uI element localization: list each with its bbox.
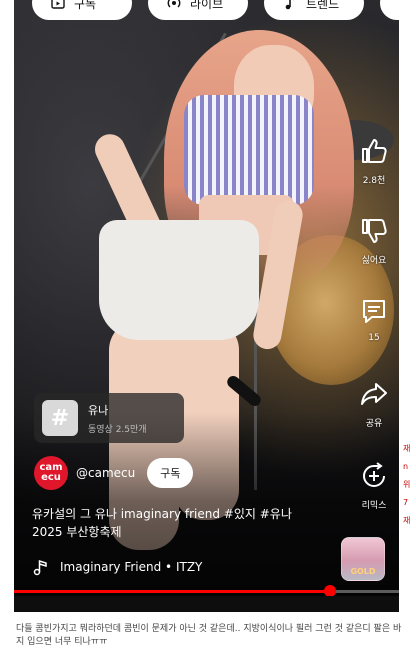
remix-button[interactable]: 리믹스 [344, 460, 399, 511]
comment-text: 다들 콤빈가지고 뭐라하던데 콤빈이 문제가 아닌 것 같은데.. 지방이식이나… [16, 624, 402, 647]
description-line: 2025 부산항축제 [32, 525, 122, 539]
folder-icon [398, 0, 399, 11]
share-icon [361, 383, 387, 405]
channel-row: cam ecu @camecu 구독 [34, 455, 194, 491]
comment-count: 15 [368, 333, 380, 343]
progress-bar[interactable] [14, 585, 399, 597]
live-icon [166, 0, 182, 11]
thumbs-up-icon [362, 139, 387, 163]
dislike-button[interactable]: 싫어요 [344, 215, 399, 266]
chip-trend[interactable]: 트렌드 [264, 0, 364, 20]
performer-shorts [99, 220, 259, 340]
chip-label: 트렌드 [306, 0, 340, 11]
side-char: 재 [403, 516, 411, 525]
chip-subscriptions[interactable]: 구독 [32, 0, 132, 20]
bottom-nav [14, 596, 399, 612]
description-line: 유카설의 그 유나 imaginary friend #있지 #유나 [32, 507, 292, 521]
video-description[interactable]: 유카설의 그 유나 imaginary friend #있지 #유나 2025 … [32, 505, 342, 541]
performer-top [184, 95, 314, 205]
remix-label: 리믹스 [361, 501, 387, 511]
music-row[interactable]: Imaginary Friend • ITZY [32, 558, 202, 576]
side-char: 위 [403, 480, 411, 489]
subscribe-button[interactable]: 구독 [147, 458, 194, 488]
comment-icon [363, 300, 385, 323]
hashtag-video-count: 동영상 2.5만개 [88, 424, 147, 435]
top-chip-bar: 구독 라이브 트렌드 쇼 [32, 0, 399, 20]
remix-icon [363, 462, 385, 487]
hashtag-title: 유나 [88, 403, 109, 417]
music-track: Imaginary Friend • ITZY [60, 560, 203, 574]
chip-label: 라이브 [190, 0, 224, 11]
music-note-icon [33, 559, 47, 576]
hashtag-info: 유나 동영상 2.5만개 [88, 402, 147, 435]
music-thumbnail[interactable]: GOLD [341, 537, 385, 581]
chip-live[interactable]: 라이브 [148, 0, 248, 20]
channel-avatar[interactable]: cam ecu [34, 456, 68, 490]
side-char: n [403, 462, 409, 471]
thumbs-down-icon [362, 219, 387, 243]
comments-button[interactable]: 15 [344, 295, 399, 343]
dislike-label: 싫어요 [361, 256, 387, 266]
music-note-icon [282, 0, 298, 11]
avatar-text-bottom: ecu [41, 472, 61, 483]
like-count: 2.8천 [362, 176, 386, 186]
progress-fill [14, 590, 330, 593]
chip-label: 구독 [74, 0, 97, 11]
side-ad-strip: 재 n 위 7 재 [403, 440, 416, 530]
chip-folder[interactable]: 쇼 [380, 0, 399, 20]
side-char: 재 [403, 444, 411, 453]
hashtag-card[interactable]: # 유나 동영상 2.5만개 [34, 393, 184, 443]
share-button[interactable]: 공유 [344, 378, 399, 429]
side-char: 7 [403, 498, 409, 507]
like-button[interactable]: 2.8천 [344, 135, 399, 186]
channel-handle[interactable]: @camecu [76, 466, 135, 480]
subscriptions-icon [50, 0, 66, 11]
shorts-player[interactable]: 구독 라이브 트렌드 쇼 2.8천 싫어요 [14, 0, 399, 612]
hashtag-icon: # [42, 400, 78, 436]
thumbnail-text: GOLD [350, 567, 376, 576]
share-label: 공유 [365, 419, 383, 429]
